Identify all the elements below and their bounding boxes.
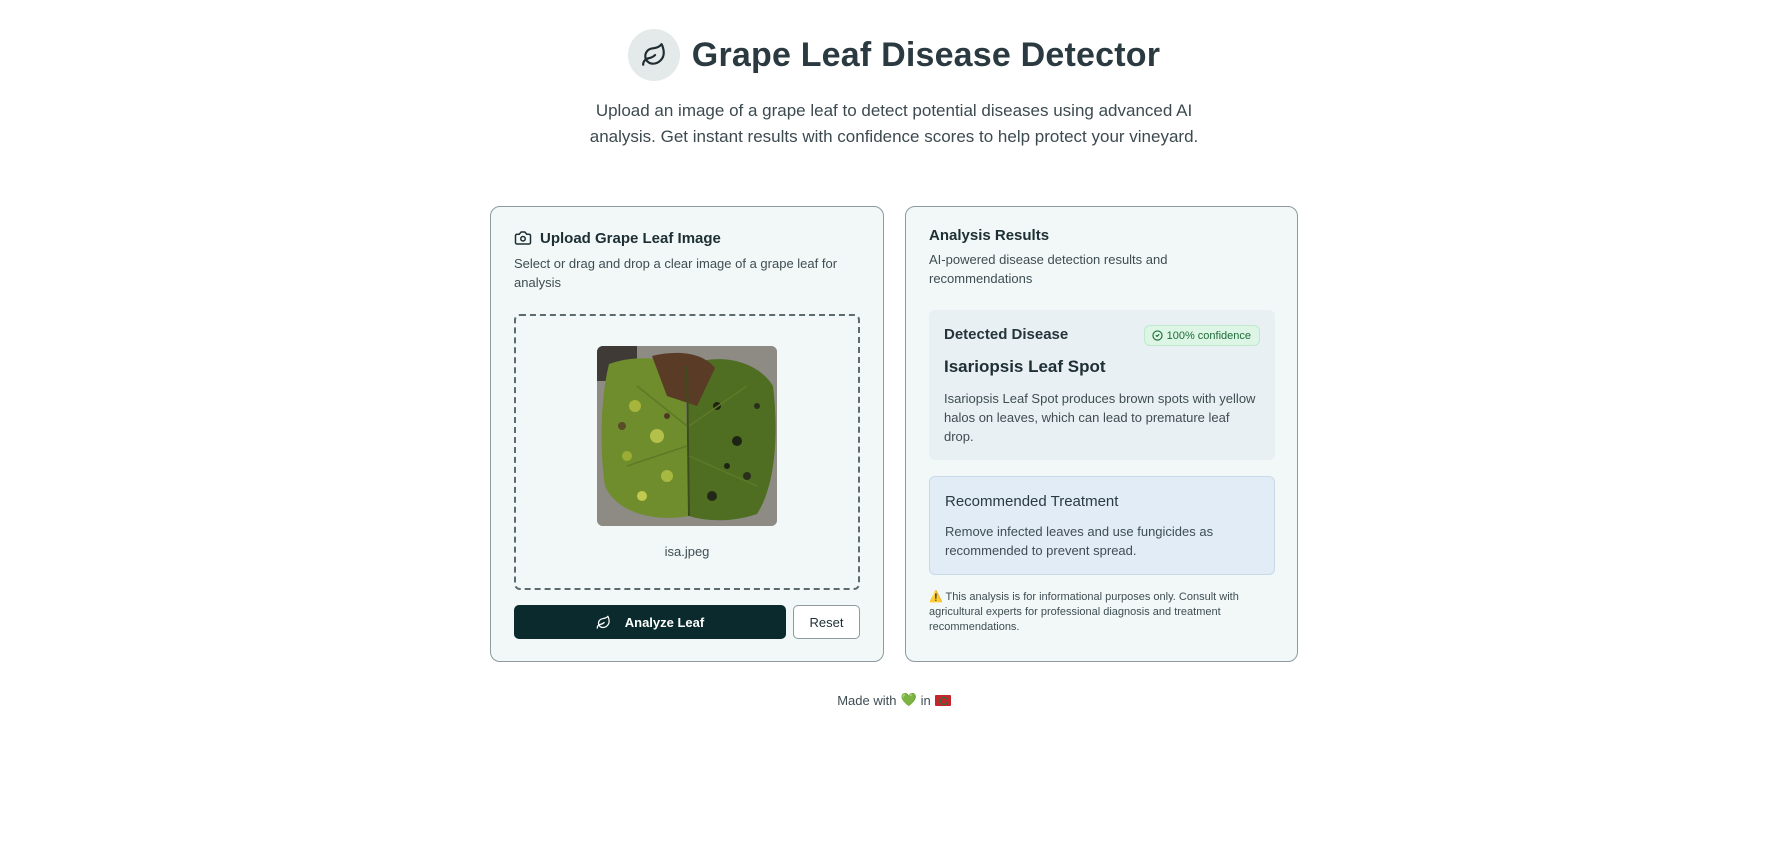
reset-button[interactable]: Reset <box>793 605 860 639</box>
analyze-leaf-button[interactable]: Analyze Leaf <box>514 605 786 639</box>
uploaded-filename: isa.jpeg <box>664 544 710 559</box>
camera-icon <box>514 231 532 245</box>
treatment-label: Recommended Treatment <box>945 493 1119 510</box>
image-dropzone[interactable]: isa.jpeg <box>514 314 860 590</box>
disclaimer-text: ⚠️ This analysis is for informational pu… <box>929 591 1239 633</box>
flag-icon <box>934 694 951 706</box>
results-card: Analysis Results AI-powered disease dete… <box>905 206 1298 662</box>
heart-icon: 💚 <box>900 692 917 707</box>
footer: Made with 💚 in <box>0 692 1788 708</box>
results-card-title: Analysis Results <box>929 227 1050 244</box>
footer-made-with: Made with <box>837 692 897 708</box>
upload-card-title: Upload Grape Leaf Image <box>514 229 860 247</box>
confidence-badge: 100% confidence <box>1143 325 1260 346</box>
upload-card-title-text: Upload Grape Leaf Image <box>540 229 721 247</box>
check-circle-icon <box>1151 330 1163 341</box>
analyze-leaf-label: Analyze Leaf <box>624 614 705 630</box>
upload-card: Upload Grape Leaf Image Select or drag a… <box>490 206 884 662</box>
page-title: Grape Leaf Disease Detector <box>691 35 1161 74</box>
detected-disease-panel: Detected Disease 100% confidence Isariop… <box>929 310 1275 460</box>
results-card-description: AI-powered disease detection results and… <box>929 252 1168 286</box>
treatment-panel: Recommended Treatment Remove infected le… <box>929 476 1275 575</box>
confidence-text: 100% confidence <box>1166 329 1251 342</box>
page-header: Grape Leaf Disease Detector <box>0 29 1788 81</box>
upload-card-description: Select or drag and drop a clear image of… <box>514 256 838 290</box>
page-subtitle: Upload an image of a grape leaf to detec… <box>589 101 1199 146</box>
disease-name: Isariopsis Leaf Spot <box>944 357 1106 376</box>
disease-description: Isariopsis Leaf Spot produces brown spot… <box>944 391 1256 444</box>
logo <box>627 29 680 81</box>
detected-disease-label: Detected Disease <box>944 326 1069 343</box>
leaf-icon <box>596 615 610 629</box>
leaf-icon <box>641 43 665 66</box>
footer-in: in <box>920 692 931 708</box>
treatment-description: Remove infected leaves and use fungicide… <box>945 524 1214 558</box>
uploaded-leaf-image <box>597 346 777 526</box>
